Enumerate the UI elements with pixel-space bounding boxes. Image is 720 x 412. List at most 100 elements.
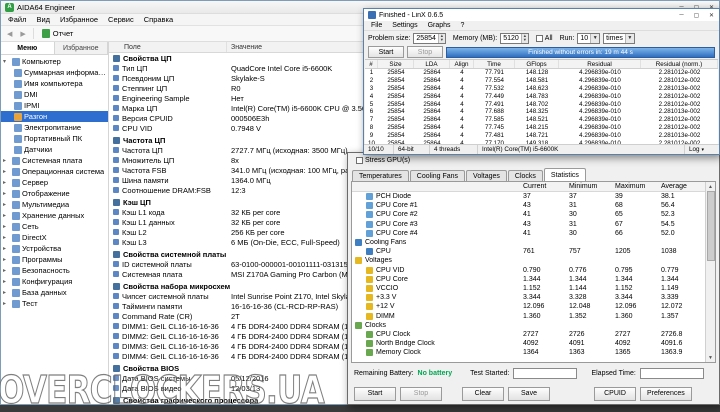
column-header[interactable]: Residual [559,60,641,68]
scrollbar[interactable]: ▲ ▼ [705,182,715,362]
stats-value: 1.360 [615,312,633,320]
elapsed-value [639,367,704,379]
save-button[interactable]: Save [508,386,550,401]
memory-input[interactable]: 5120 ▲ ▼ [500,32,529,44]
column-header[interactable]: Size [378,60,414,68]
column-header[interactable]: LDA [414,60,450,68]
column-header[interactable]: Align [450,60,474,68]
stress-gpu-checkbox[interactable]: Stress GPU(s) [356,157,410,164]
stats-label-cell: Clocks [352,321,520,329]
sidebar-item[interactable]: ▸ Операционная система [1,166,108,177]
column-header[interactable]: Residual (norm.) [641,60,718,68]
sidebar-item[interactable]: Суммарная информация [1,67,108,78]
menu-item[interactable]: File [366,22,387,29]
menu-item[interactable]: Файл [3,15,31,24]
menu-item[interactable]: Избранное [55,15,103,24]
stats-value: 12.096 [615,303,637,311]
tab-clocks[interactable]: Clocks [507,170,543,181]
forward-icon[interactable]: ▶ [17,29,28,39]
sidebar-item[interactable]: ▸ База данных [1,287,108,298]
panel-tab[interactable]: Избранное [55,42,108,54]
sidebar-item[interactable]: ▸ Устройства [1,243,108,254]
sidebar-item[interactable]: IPMI [1,100,108,111]
sidebar-item[interactable]: ▸ Хранение данных [1,210,108,221]
report-button[interactable]: Отчет [38,29,78,38]
sidebar-item[interactable]: ▸ Программы [1,254,108,265]
menu-item[interactable]: Вид [31,15,55,24]
stats-value: 30 [569,211,577,219]
tab-statistics[interactable]: Statistics [543,168,586,181]
menu-item[interactable]: Graphs [423,22,456,29]
sidebar-item[interactable]: ▸ Безопасность [1,265,108,276]
sidebar-item[interactable]: ▾ Компьютер [1,56,108,67]
result-cell: 8 [369,123,374,131]
preferences-button[interactable]: Preferences [640,386,692,401]
run-unit-select[interactable]: times ▼ [603,32,635,44]
result-cell: 4 [460,108,464,116]
sidebar-item[interactable]: Датчики [1,144,108,155]
field-label-cell: DIMM2: GeIL CL16-16-16-36 [109,332,227,341]
menu-item[interactable]: Settings [387,22,422,29]
sidebar-item[interactable]: ▸ Конфигурация [1,276,108,287]
all-checkbox[interactable]: All [535,34,553,42]
scroll-up-icon[interactable]: ▲ [708,182,713,191]
sidebar-item[interactable]: ▸ Сеть [1,221,108,232]
field-label: Частота ЦП [122,145,163,155]
tab-temperatures[interactable]: Temperatures [352,170,409,181]
stats-value: 1363 [569,349,585,357]
result-cell: 77.532 [485,84,504,92]
sidebar-item[interactable]: ▸ Отображение [1,188,108,199]
minimize-icon[interactable]: ─ [674,9,689,21]
result-cell: 1 [369,69,374,77]
stats-value: 0.795 [615,266,633,274]
sidebar-item[interactable]: DMI [1,89,108,100]
sidebar-item[interactable]: ▸ Сервер [1,177,108,188]
clear-button[interactable]: Clear [462,386,504,401]
sidebar-item[interactable]: ▸ DirectX [1,232,108,243]
close-icon[interactable]: ✕ [704,9,719,21]
start-button[interactable]: Start [368,46,404,58]
back-icon[interactable]: ◀ [4,29,15,39]
sidebar-item[interactable]: Портативный ПК [1,133,108,144]
stats-label-cell: CPU VID [352,266,520,274]
column-header[interactable]: GFlops [515,60,559,68]
stop-button[interactable]: Stop [407,46,443,58]
sidebar-item[interactable]: Разгон [1,111,108,122]
sidebar-item[interactable]: ▸ Тест [1,298,108,309]
sidebar-item[interactable]: Имя компьютера [1,78,108,89]
stats-row: CPU Core #4 41 30 66 52.0 [352,229,705,238]
expand-icon: ▸ [3,202,7,208]
stats-label-cell: VCCIO [352,284,520,292]
column-header[interactable]: Time [474,60,515,68]
status-segment[interactable]: Log ▾ [685,145,719,154]
sidebar-item[interactable]: ▸ Мультимедиа [1,199,108,210]
menu-item[interactable]: Справка [139,15,178,24]
tab-voltages[interactable]: Voltages [466,170,507,181]
sidebar-item[interactable]: ▸ Системная плата [1,155,108,166]
status-segment: Intel(R) Core(TM) i5-6600K [478,145,685,154]
run-count-select[interactable]: 10 ▼ [577,32,601,44]
stop-button[interactable]: Stop [400,386,442,401]
result-cell: 4 [460,84,464,92]
problem-size-input[interactable]: 25854 ▲ ▼ [413,32,446,44]
sidebar-item[interactable]: Электропитание [1,122,108,133]
maximize-icon[interactable]: ▢ [689,9,704,21]
column-header[interactable]: # [365,60,378,68]
field-icon [113,115,119,121]
spinner-arrows-icon[interactable]: ▲ ▼ [437,33,445,43]
scroll-down-icon[interactable]: ▼ [708,353,713,362]
field-label: Псевдоним ЦП [122,73,175,83]
cpuid-button[interactable]: CPUID [594,386,636,401]
scrollbar-thumb[interactable] [706,191,715,261]
menu-item[interactable]: ? [456,22,470,29]
stats-value: 3.344 [615,294,633,302]
spinner-arrows-icon[interactable]: ▲ ▼ [520,33,528,43]
field-label-cell: Command Rate (CR) [109,312,227,321]
start-button[interactable]: Start [354,386,396,401]
linx-titlebar[interactable]: Finished - LinX 0.6.5 ─ ▢ ✕ [364,9,719,21]
column-header-field[interactable]: Поле [109,42,227,52]
panel-tab[interactable]: Меню [1,42,55,54]
menu-item[interactable]: Сервис [103,15,139,24]
tab-cooling-fans[interactable]: Cooling Fans [409,170,466,181]
security-icon [12,266,20,275]
